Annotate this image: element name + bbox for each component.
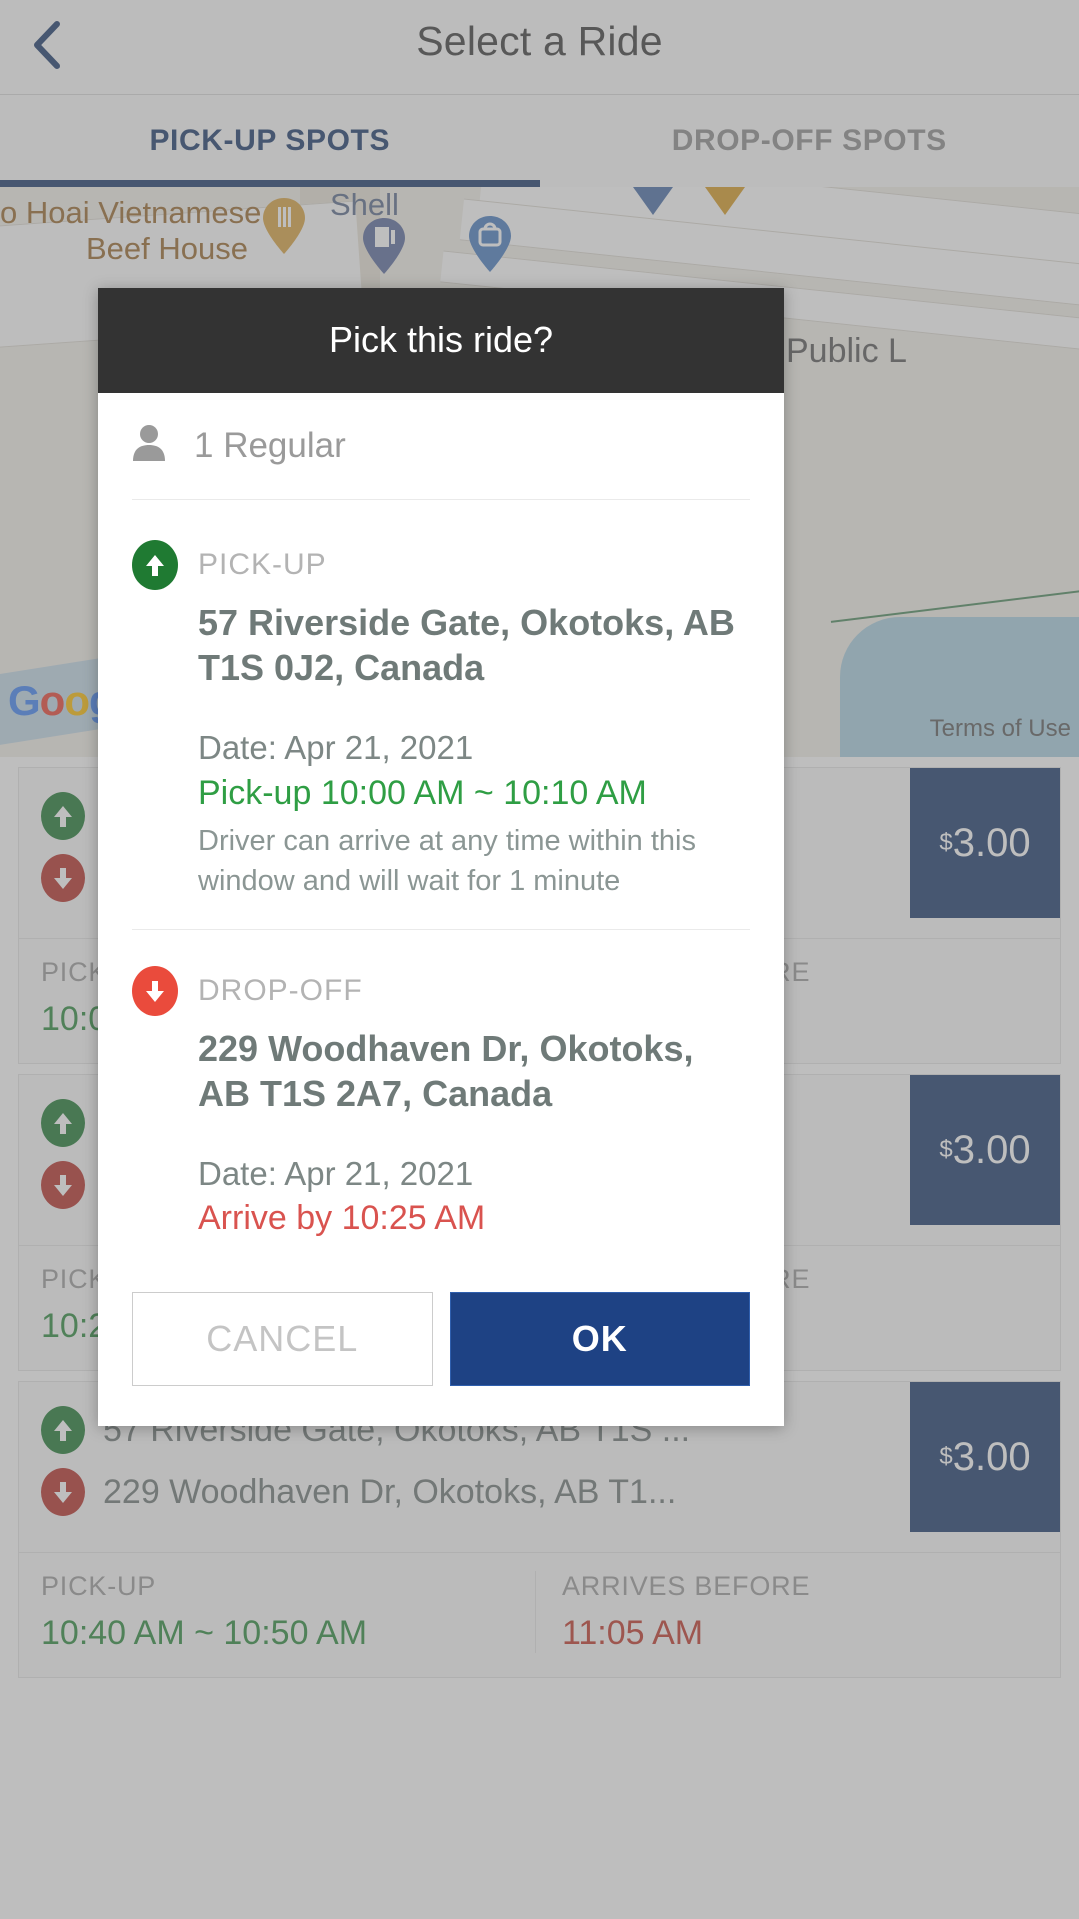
dialog-pickup-time: Pick-up 10:00 AM ~ 10:10 AM: [198, 773, 647, 812]
dialog-dropoff-address: 229 Woodhaven Dr, Okotoks, AB T1S 2A7, C…: [198, 1027, 694, 1114]
dialog-pickup-date: Date: Apr 21, 2021: [198, 729, 474, 766]
app-screen: Select a Ride PICK-UP SPOTS DROP-OFF SPO…: [0, 0, 1079, 1919]
dialog-passenger-row: 1 Regular: [132, 393, 750, 500]
dialog-pickup-label: PICK-UP: [198, 548, 327, 581]
dialog-pickup-meta: Date: Apr 21, 2021 Pick-up 10:00 AM ~ 10…: [198, 726, 750, 901]
dialog-dropoff-time: Arrive by 10:25 AM: [198, 1199, 486, 1238]
dialog-pickup-header: PICK-UP: [132, 540, 750, 590]
dialog-dropoff-header: DROP-OFF: [132, 965, 750, 1016]
ok-button[interactable]: OK: [449, 1292, 750, 1387]
dialog-actions: CANCEL OK: [98, 1270, 784, 1426]
arrow-down-icon: [132, 965, 178, 1016]
pick-ride-dialog: Pick this ride? 1 Regular PICK-UP 57 Riv…: [98, 288, 784, 1427]
dialog-pickup-section: PICK-UP 57 Riverside Gate, Okotoks, AB T…: [132, 500, 750, 929]
dialog-dropoff-section: DROP-OFF 229 Woodhaven Dr, Okotoks, AB T…: [132, 928, 750, 1270]
cancel-button[interactable]: CANCEL: [132, 1292, 433, 1387]
dialog-passenger-count: 1 Regular: [194, 425, 346, 465]
dialog-dropoff-label: DROP-OFF: [198, 973, 363, 1007]
dialog-pickup-address: 57 Riverside Gate, Okotoks, AB T1S 0J2, …: [198, 602, 735, 688]
dialog-pickup-note: Driver can arrive at any time within thi…: [198, 825, 696, 897]
dialog-dropoff-date: Date: Apr 21, 2021: [198, 1154, 474, 1192]
dialog-title: Pick this ride?: [98, 288, 784, 393]
dialog-body: 1 Regular PICK-UP 57 Riverside Gate, Oko…: [98, 393, 784, 1270]
person-icon: [132, 424, 166, 467]
arrow-up-icon: [132, 540, 178, 590]
dialog-dropoff-meta: Date: Apr 21, 2021 Arrive by 10:25 AM: [198, 1152, 750, 1242]
